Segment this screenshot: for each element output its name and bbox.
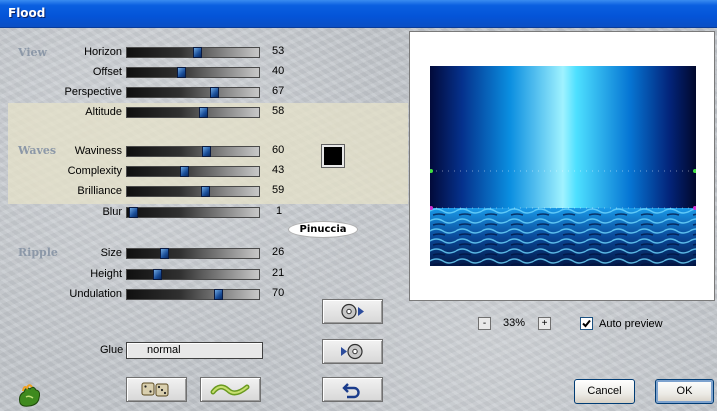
horizon-slider[interactable]: [126, 47, 260, 58]
zoom-level: 33%: [503, 317, 526, 329]
slider-label: Size: [100, 247, 122, 259]
ok-button[interactable]: OK: [655, 379, 714, 404]
save-disc-icon: [341, 303, 364, 320]
slider-label: Perspective: [64, 86, 122, 98]
slider-thumb[interactable]: [160, 248, 169, 259]
slider-label: Undulation: [69, 288, 122, 300]
wave-icon: [210, 384, 250, 396]
slider-thumb[interactable]: [214, 289, 223, 300]
app-logo: [14, 383, 44, 409]
size-slider[interactable]: [126, 248, 260, 259]
slider-row-horizon: Horizon: [10, 45, 122, 61]
flood-preview-render: [430, 66, 696, 266]
complexity-slider[interactable]: [126, 166, 260, 177]
perspective-slider[interactable]: [126, 87, 260, 98]
checkmark-icon: [582, 319, 591, 328]
cancel-button[interactable]: Cancel: [574, 379, 635, 404]
slider-label: Altitude: [85, 106, 122, 118]
offset-slider[interactable]: [126, 67, 260, 78]
load-preset-button[interactable]: [322, 339, 383, 364]
flaming-hand-icon: [19, 384, 41, 407]
altitude-slider[interactable]: [126, 107, 260, 118]
slider-row-brilliance: Brilliance: [10, 184, 122, 200]
slider-row-complexity: Complexity: [10, 164, 122, 180]
size-value: 26: [272, 246, 285, 258]
slider-thumb[interactable]: [177, 67, 186, 78]
slider-thumb[interactable]: [202, 146, 211, 157]
waviness-slider[interactable]: [126, 146, 260, 157]
auto-preview-label: Auto preview: [599, 318, 663, 330]
undulation-value: 70: [272, 287, 285, 299]
load-disc-icon: [341, 343, 363, 360]
slider-row-height: Height: [10, 267, 122, 283]
watermark-label: Pinuccia: [288, 221, 358, 238]
undo-arrow-icon: [342, 383, 360, 399]
wave-color-swatch[interactable]: [321, 144, 345, 168]
blur-slider[interactable]: [126, 207, 260, 218]
glue-label: Glue: [100, 344, 124, 356]
slider-thumb[interactable]: [129, 207, 138, 218]
slider-thumb[interactable]: [210, 87, 219, 98]
slider-label: Complexity: [67, 165, 122, 177]
save-preset-button[interactable]: [322, 299, 383, 324]
wave-preset-button[interactable]: [200, 377, 261, 402]
title-bar[interactable]: Flood: [0, 0, 717, 28]
slider-thumb[interactable]: [201, 186, 210, 197]
brilliance-slider[interactable]: [126, 186, 260, 197]
complexity-value: 43: [272, 164, 285, 176]
horizon-value: 53: [272, 45, 285, 57]
blur-value: 1: [276, 205, 283, 217]
slider-thumb[interactable]: [153, 269, 162, 280]
waviness-value: 60: [272, 144, 285, 156]
randomize-button[interactable]: [126, 377, 187, 402]
height-value: 21: [272, 267, 285, 279]
slider-row-offset: Offset: [10, 65, 122, 81]
glue-select[interactable]: normal: [126, 342, 263, 359]
reset-button[interactable]: [322, 377, 383, 402]
slider-thumb[interactable]: [180, 166, 189, 177]
slider-label: Blur: [102, 206, 122, 218]
height-slider[interactable]: [126, 269, 260, 280]
undulation-slider[interactable]: [126, 289, 260, 300]
slider-thumb[interactable]: [193, 47, 202, 58]
slider-row-size: Size: [10, 246, 122, 262]
slider-row-undulation: Undulation: [10, 287, 122, 303]
slider-thumb[interactable]: [199, 107, 208, 118]
slider-label: Waviness: [74, 145, 122, 157]
offset-value: 40: [272, 65, 285, 77]
slider-label: Offset: [92, 66, 122, 78]
slider-row-blur: Blur: [10, 205, 122, 221]
slider-row-waviness: Waviness: [10, 144, 122, 160]
dice-icon: [141, 382, 169, 397]
brilliance-value: 59: [272, 184, 285, 196]
slider-row-perspective: Perspective: [10, 85, 122, 101]
auto-preview-checkbox[interactable]: [580, 317, 593, 330]
slider-label: Height: [90, 268, 122, 280]
perspective-value: 67: [272, 85, 285, 97]
slider-row-altitude: Altitude: [10, 105, 122, 121]
flood-preview-image[interactable]: [430, 66, 696, 266]
slider-label: Brilliance: [77, 185, 122, 197]
slider-label: Horizon: [84, 46, 122, 58]
window-title: Flood: [8, 6, 46, 20]
zoom-out-button[interactable]: -: [478, 317, 491, 330]
zoom-in-button[interactable]: +: [538, 317, 551, 330]
altitude-value: 58: [272, 105, 285, 117]
